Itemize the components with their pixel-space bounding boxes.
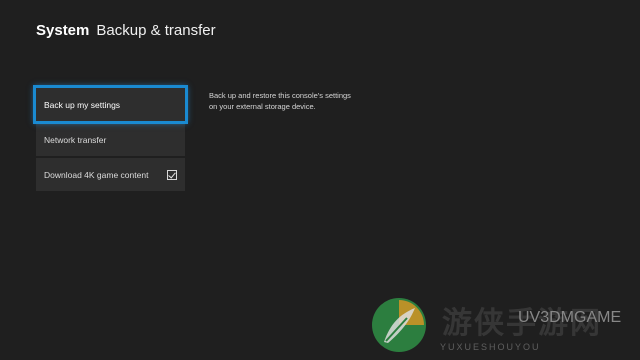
feather-leaf-logo-icon (372, 298, 426, 352)
network-transfer-button[interactable]: Network transfer (36, 123, 185, 156)
checkbox-checked-icon[interactable] (167, 169, 177, 180)
watermark-english-text: YUXUESHOUYOU (440, 342, 541, 352)
back-up-settings-label: Back up my settings (44, 99, 121, 110)
download-4k-toggle[interactable]: Download 4K game content (36, 158, 185, 191)
backup-transfer-screen: System Backup & transfer Back up my sett… (0, 0, 640, 360)
option-description: Back up and restore this console's setti… (209, 91, 351, 111)
network-transfer-label: Network transfer (44, 134, 107, 145)
page-header: System Backup & transfer (36, 22, 216, 39)
watermark: 游侠手游网 YUXUESHOUYOU UV3DMGAME (368, 294, 640, 360)
download-4k-label: Download 4K game content (44, 169, 149, 180)
header-page-title: Backup & transfer (96, 22, 216, 39)
header-section-title: System (36, 22, 90, 39)
back-up-settings-button[interactable]: Back up my settings (33, 85, 188, 124)
options-menu: Back up my settings Network transfer Dow… (33, 85, 188, 193)
watermark-site-text: UV3DMGAME (518, 309, 622, 326)
